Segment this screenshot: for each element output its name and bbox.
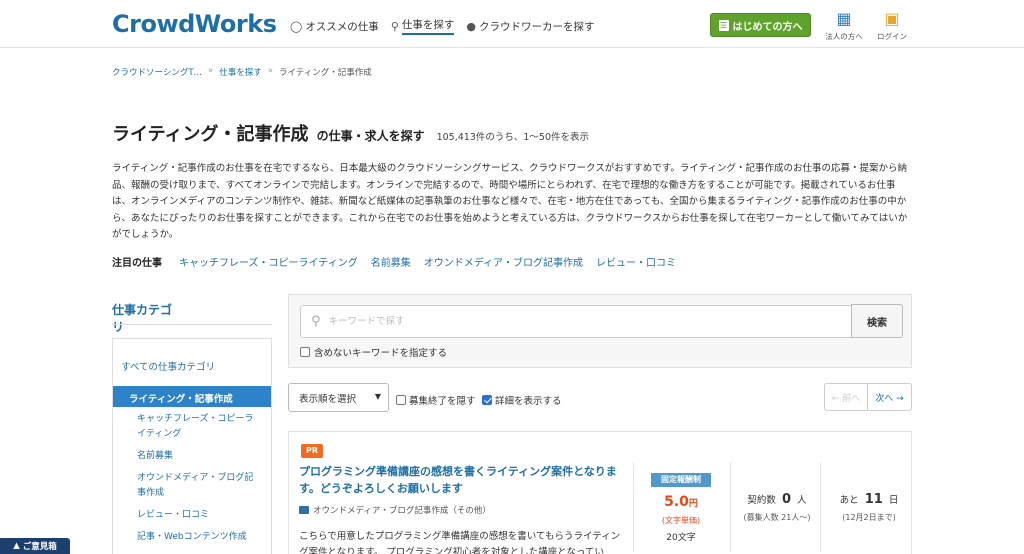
category-writing-active[interactable]: ライティング・記事作成 <box>113 386 271 407</box>
site-header: CrowdWorks ◯ オススメの仕事 ⚲ 仕事を探す ● クラウドワーカーを… <box>0 0 1024 48</box>
hide-closed-checkbox[interactable] <box>396 395 406 405</box>
job-price-value: 5.0 <box>664 494 689 510</box>
nav-find-workers[interactable]: ● クラウドワーカーを探す <box>466 17 594 35</box>
breadcrumb: クラウドソーシングT… » 仕事を探す » ライティング・記事作成 <box>112 66 372 78</box>
breadcrumb-find-jobs[interactable]: 仕事を探す <box>219 66 262 78</box>
chevron-down-icon: ▼ <box>374 392 381 401</box>
pr-badge: PR <box>301 444 323 458</box>
column-divider <box>633 462 634 552</box>
feedback-triangle-icon: ▲ <box>13 541 20 551</box>
category-owned-media[interactable]: オウンドメディア・ブログ記事作成 <box>137 471 257 501</box>
nav-find-jobs[interactable]: ⚲ 仕事を探す <box>391 17 455 35</box>
show-details-option[interactable]: 詳細を表示する <box>482 393 562 407</box>
price-type-badge: 固定報酬制 <box>651 473 711 487</box>
job-card: PR プログラミング準備講座の感想を書くライティング案件となります。どうぞよろし… <box>288 431 912 554</box>
breadcrumb-separator: » <box>208 66 214 76</box>
contracts-unit: 人 <box>797 495 807 506</box>
deadline-value: 11 <box>864 492 883 507</box>
category-review[interactable]: レビュー・口コミ <box>137 508 257 523</box>
sort-select[interactable]: 表示順を選択 ▼ <box>288 383 389 412</box>
page-subtitle: の仕事・求人を探す <box>316 129 425 143</box>
featured-link-catchphrase[interactable]: キャッチフレーズ・コピーライティング <box>179 254 358 269</box>
hide-closed-label: 募集終了を隠す <box>409 396 476 407</box>
job-category: オウンドメディア・ブログ記事作成（その他） <box>299 504 491 516</box>
sort-select-value: 表示順を選択 <box>299 393 357 405</box>
result-count: 105,413件のうち、1〜50件を表示 <box>436 132 589 143</box>
breadcrumb-current: ライティング・記事作成 <box>278 68 372 78</box>
category-list: すべての仕事カテゴリ ライティング・記事作成 キャッチフレーズ・コピーライティン… <box>112 338 272 554</box>
featured-link-review[interactable]: レビュー・口コミ <box>596 254 676 269</box>
featured-link-naming[interactable]: 名前募集 <box>371 254 411 269</box>
folder-icon <box>299 506 309 514</box>
search-panel: ⚲ 検索 含めないキーワードを指定する <box>288 294 912 368</box>
feedback-tab[interactable]: ▲ ご意見箱 <box>0 538 70 554</box>
featured-jobs: 注目の仕事 キャッチフレーズ・コピーライティング 名前募集 オウンドメディア・ブ… <box>112 254 676 269</box>
nav-recommended[interactable]: ◯ オススメの仕事 <box>290 17 379 35</box>
search-input[interactable] <box>328 316 809 327</box>
lightbulb-icon: ◯ <box>290 19 303 33</box>
page-title: ライティング・記事作成 <box>112 124 309 145</box>
job-deadline: あと 11 日 <box>825 492 913 507</box>
pagination: ← 前へ 次へ → <box>824 383 912 411</box>
search-field: ⚲ <box>300 305 852 338</box>
people-icon: ● <box>466 19 476 33</box>
category-description: ライティング・記事作成のお仕事を在宅でするなら、日本最大級のクラウドソーシングサ… <box>112 163 908 240</box>
prev-page-button[interactable]: ← 前へ <box>825 384 868 410</box>
job-category-link[interactable]: オウンドメディア・ブログ記事作成（その他） <box>313 504 491 516</box>
nav-find-jobs-label: 仕事を探す <box>401 17 455 35</box>
category-naming[interactable]: 名前募集 <box>137 449 257 464</box>
corporate-link[interactable]: ▦ 法人の方へ <box>822 10 866 42</box>
featured-label: 注目の仕事 <box>112 258 162 269</box>
exclude-keyword-checkbox[interactable] <box>300 347 310 357</box>
deadline-prefix: あと <box>839 495 859 506</box>
corporate-link-label: 法人の方へ <box>825 32 863 41</box>
crowdworks-logo[interactable]: CrowdWorks <box>112 10 277 38</box>
sidebar-divider <box>112 324 272 325</box>
job-min-chars: 20文字 <box>666 533 696 543</box>
search-button[interactable]: 検索 <box>851 304 903 338</box>
contracts-label: 契約数 <box>747 495 776 506</box>
contracts-recruit-count: (募集人数 21人〜) <box>743 513 811 522</box>
column-divider <box>820 462 821 552</box>
job-description: こちらで用意したプログラミング準備講座の感想を書いてもらうライティング案件となり… <box>299 531 621 554</box>
category-all[interactable]: すべての仕事カテゴリ <box>121 359 215 373</box>
show-details-checkbox[interactable] <box>482 395 492 405</box>
category-catchphrase[interactable]: キャッチフレーズ・コピーライティング <box>137 412 257 442</box>
breadcrumb-home[interactable]: クラウドソーシングT… <box>112 66 202 78</box>
deadline-unit: 日 <box>888 495 899 506</box>
job-title-link[interactable]: プログラミング準備講座の感想を書くライティング案件となります。どうぞよろしくお願… <box>299 463 629 497</box>
feedback-label: ご意見箱 <box>22 542 57 552</box>
nav-find-workers-label: クラウドワーカーを探す <box>478 20 595 33</box>
search-icon: ⚲ <box>311 314 321 329</box>
category-web-content[interactable]: 記事・Webコンテンツ作成 <box>137 530 257 545</box>
lock-icon: ▣ <box>884 9 900 28</box>
beginner-button-label: はじめての方へ <box>732 21 803 33</box>
beginner-button[interactable]: ☰ はじめての方へ <box>710 13 811 37</box>
main-nav: ◯ オススメの仕事 ⚲ 仕事を探す ● クラウドワーカーを探す <box>290 17 594 35</box>
job-price-note: (文字単価) <box>661 516 701 525</box>
nav-recommended-label: オススメの仕事 <box>305 20 379 33</box>
exclude-keyword-label: 含めないキーワードを指定する <box>314 348 448 359</box>
search-icon: ⚲ <box>390 19 399 33</box>
featured-link-owned-media[interactable]: オウンドメディア・ブログ記事作成 <box>424 254 583 269</box>
job-price-unit: 円 <box>688 499 698 509</box>
deadline-date: (12月2日まで) <box>842 513 896 522</box>
breadcrumb-separator: » <box>267 66 273 76</box>
column-divider <box>730 462 731 552</box>
login-link[interactable]: ▣ ログイン <box>870 10 914 42</box>
login-link-label: ログイン <box>877 32 907 41</box>
hide-closed-option[interactable]: 募集終了を隠す <box>396 393 476 407</box>
guide-icon: ☰ <box>718 19 729 31</box>
next-page-button[interactable]: 次へ → <box>868 384 911 410</box>
show-details-label: 詳細を表示する <box>495 396 562 407</box>
exclude-keyword-option[interactable]: 含めないキーワードを指定する <box>300 345 447 359</box>
job-price: 5.0円 <box>651 494 711 510</box>
contracts-value: 0 <box>781 492 792 507</box>
building-icon: ▦ <box>836 9 852 28</box>
page-heading: ライティング・記事作成 の仕事・求人を探す 105,413件のうち、1〜50件を… <box>112 120 589 146</box>
job-contracts: 契約数 0 人 <box>732 492 822 507</box>
